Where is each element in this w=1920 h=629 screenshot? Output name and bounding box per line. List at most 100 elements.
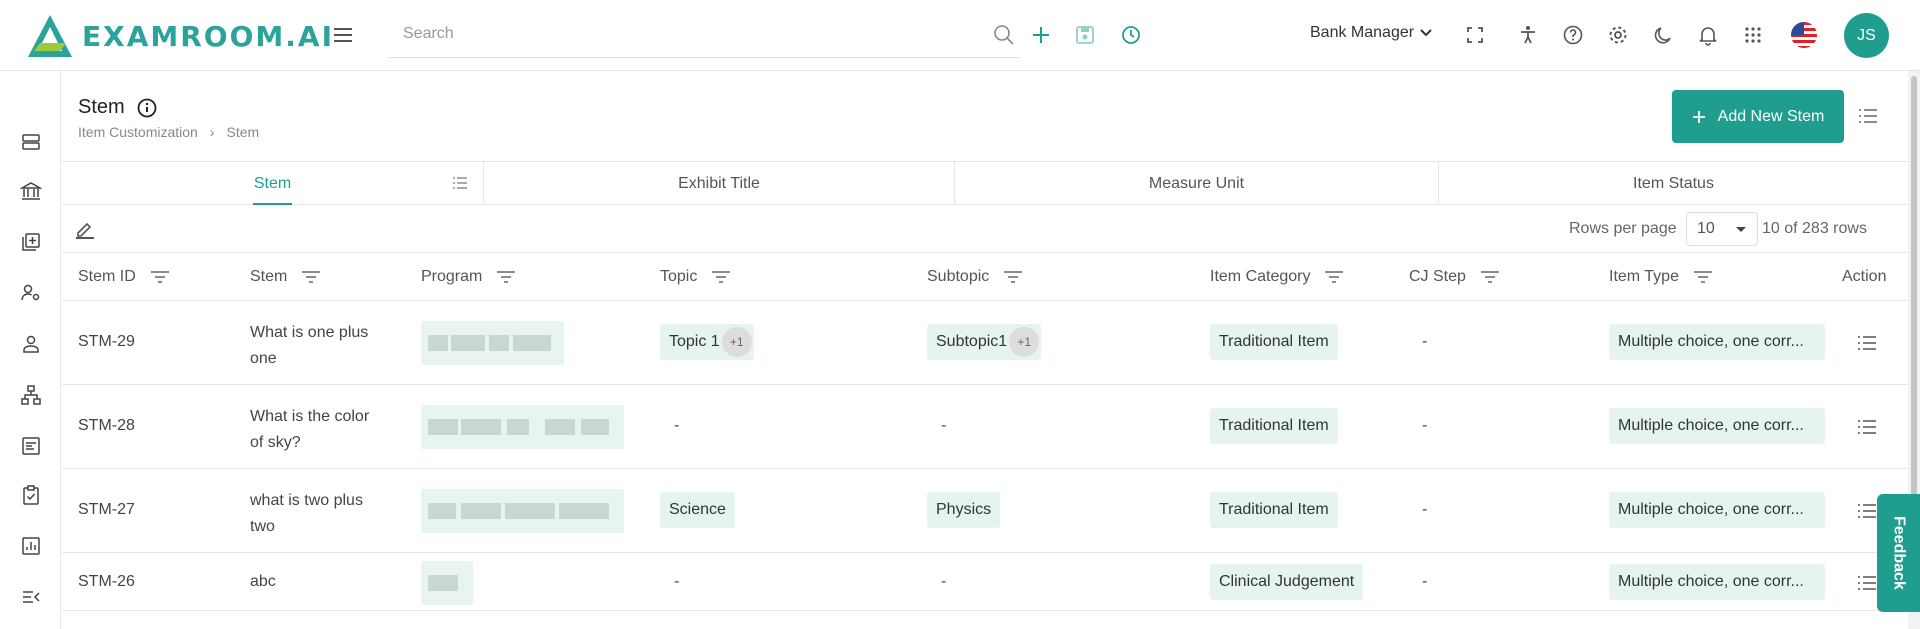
program-redacted (421, 561, 473, 605)
topic-chip: Topic 1 +1 (660, 324, 754, 360)
column-header-label: Subtopic (927, 268, 990, 285)
list-icon[interactable] (452, 176, 468, 190)
feedback-button[interactable]: Feedback (1877, 494, 1920, 612)
stem-cell: abc (250, 573, 276, 590)
stem-cell: What is the color of sky? (250, 404, 369, 456)
logo[interactable]: EXAMROOM.AI (26, 13, 334, 59)
menu-icon[interactable] (331, 24, 355, 46)
page-title-text: Stem (78, 96, 125, 118)
add-new-stem-button[interactable]: Add New Stem (1672, 90, 1844, 143)
role-label: Bank Manager (1310, 24, 1415, 41)
table-row[interactable]: STM-29 What is one plus one Topic 1 +1 S… (62, 301, 1908, 385)
bank-icon[interactable] (20, 180, 42, 202)
column-header-label: Item Category (1210, 268, 1311, 285)
topic-chip: Science (660, 492, 735, 528)
role-selector[interactable]: Bank Manager (1310, 24, 1432, 42)
search-bar (389, 18, 1019, 58)
info-icon[interactable] (137, 98, 157, 118)
stem-id-cell: STM-26 (78, 573, 135, 590)
column-header-stem: Stem (250, 268, 321, 286)
main-content: Stem Item Customization › Stem Add New S… (62, 71, 1908, 629)
column-header-label: Program (421, 268, 483, 285)
program-redacted (421, 405, 624, 449)
hierarchy-icon[interactable] (20, 384, 42, 406)
form-icon[interactable] (20, 435, 42, 457)
plus-icon (1692, 110, 1705, 123)
row-action-menu-icon[interactable] (1856, 501, 1878, 521)
more-topics-badge[interactable]: +1 (721, 327, 752, 357)
list-icon[interactable] (1857, 106, 1879, 126)
server-icon[interactable] (20, 131, 42, 153)
user-settings-icon[interactable] (20, 282, 42, 304)
plus-icon[interactable] (1030, 24, 1052, 46)
bell-icon[interactable] (1697, 24, 1719, 46)
column-header-stem-id: Stem ID (78, 268, 170, 286)
filter-icon[interactable] (711, 270, 731, 284)
filter-icon[interactable] (150, 270, 170, 284)
rows-per-page-select[interactable]: 10 (1686, 212, 1758, 246)
stem-id-cell: STM-27 (78, 501, 135, 518)
apps-grid-icon[interactable] (1742, 24, 1764, 46)
filter-icon[interactable] (1003, 270, 1023, 284)
tab-label: Measure Unit (1148, 174, 1245, 192)
history-icon[interactable] (1120, 24, 1142, 46)
table-header: Stem ID Stem Program Topic Subtopic Item… (62, 253, 1908, 301)
column-header-label: Stem (250, 268, 288, 285)
clipboard-check-icon[interactable] (20, 484, 42, 506)
tab-stem[interactable]: Stem (62, 162, 484, 205)
rows-per-page-label: Rows per page (1569, 220, 1677, 237)
program-redacted (421, 321, 564, 365)
feedback-label: Feedback (1890, 516, 1908, 590)
item-category-chip: Traditional Item (1210, 324, 1338, 360)
filter-icon[interactable] (496, 270, 516, 284)
tab-exhibit-title[interactable]: Exhibit Title (484, 162, 955, 205)
filter-icon[interactable] (1324, 270, 1344, 284)
breadcrumb-item[interactable]: Item Customization (78, 124, 198, 140)
cj-step-cell: - (1422, 333, 1428, 350)
item-type-chip: Multiple choice, one corr... (1609, 408, 1825, 444)
tab-label: Stem (253, 174, 292, 192)
moon-icon[interactable] (1652, 24, 1674, 46)
row-count-text: 10 of 283 rows (1762, 220, 1867, 237)
help-icon[interactable] (1562, 24, 1584, 46)
more-subtopics-badge[interactable]: +1 (1009, 327, 1040, 357)
tab-measure-unit[interactable]: Measure Unit (955, 162, 1439, 205)
program-redacted (421, 489, 624, 533)
table-row[interactable]: STM-28 What is the color of sky? - - Tra… (62, 385, 1908, 469)
add-library-icon[interactable] (20, 231, 42, 253)
search-icon[interactable] (993, 24, 1015, 46)
top-header: EXAMROOM.AI Bank Manager (0, 0, 1920, 71)
column-header-label: Topic (660, 268, 698, 285)
table-row[interactable]: STM-26 abc - - Clinical Judgement - Mult… (62, 553, 1908, 611)
stem-text-line: What is the color (250, 408, 370, 425)
gear-icon[interactable] (1607, 24, 1629, 46)
accessibility-icon[interactable] (1517, 24, 1539, 46)
row-action-menu-icon[interactable] (1856, 573, 1878, 593)
fullscreen-icon[interactable] (1464, 24, 1486, 46)
tab-bar: Stem Exhibit Title Measure Unit Item Sta… (62, 161, 1908, 205)
scrollbar-thumb[interactable] (1911, 76, 1917, 496)
subtopic-cell: - (941, 417, 947, 434)
avatar[interactable]: JS (1844, 13, 1889, 58)
report-chart-icon[interactable] (20, 535, 42, 557)
row-action-menu-icon[interactable] (1856, 333, 1878, 353)
logo-icon (28, 15, 72, 57)
tab-label: Exhibit Title (678, 174, 760, 192)
user-icon[interactable] (20, 333, 42, 355)
column-header-program: Program (421, 268, 516, 286)
collapse-menu-icon[interactable] (20, 586, 42, 608)
table-row[interactable]: STM-27 what is two plus two Science Phys… (62, 469, 1908, 553)
edit-icon[interactable] (74, 218, 96, 240)
row-action-menu-icon[interactable] (1856, 417, 1878, 437)
column-header-label: Item Type (1609, 268, 1679, 285)
tab-item-status[interactable]: Item Status (1439, 162, 1908, 205)
save-icon[interactable] (1074, 24, 1096, 46)
filter-icon[interactable] (1480, 270, 1500, 284)
us-flag-icon[interactable] (1790, 21, 1818, 49)
stem-text-line: two (250, 518, 275, 535)
filter-icon[interactable] (301, 270, 321, 284)
subtopic-chip: Physics (927, 492, 1001, 528)
search-input[interactable] (389, 18, 949, 50)
filter-icon[interactable] (1693, 270, 1713, 284)
topic-chip-label: Topic 1 (669, 333, 720, 350)
